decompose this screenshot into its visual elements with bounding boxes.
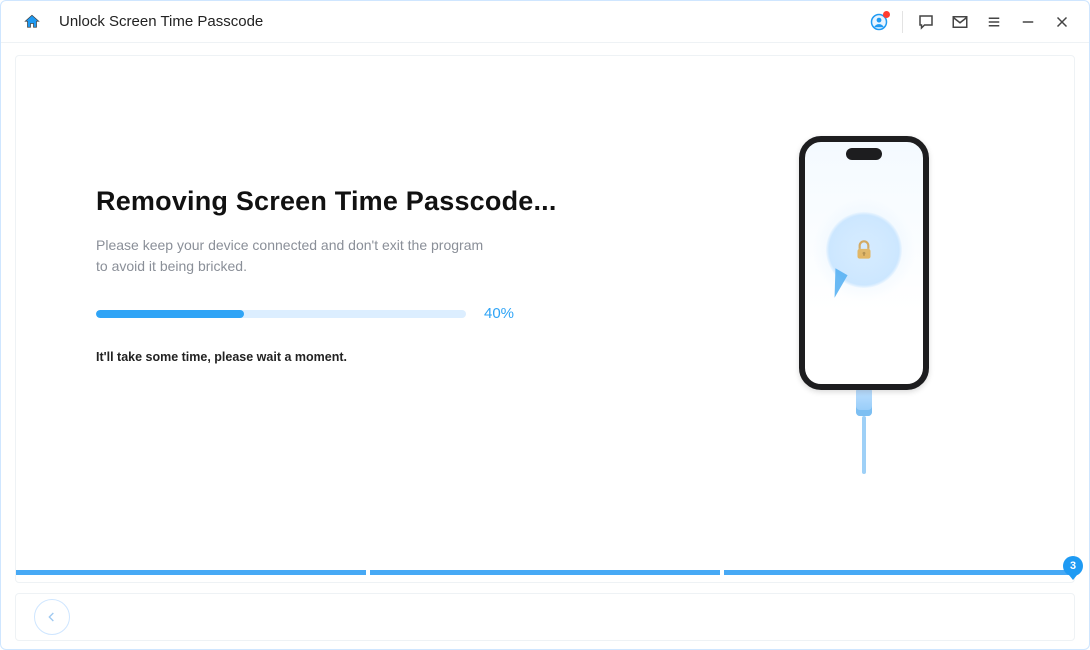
phone-illustration [779, 136, 949, 474]
phone-notch [846, 148, 882, 160]
mail-icon[interactable] [943, 5, 977, 39]
step-2 [370, 570, 720, 575]
step-badge: 3 [1063, 556, 1083, 576]
step-3: 3 [724, 570, 1074, 575]
minimize-button[interactable] [1011, 5, 1045, 39]
notification-dot-icon [883, 11, 890, 18]
page-title: Unlock Screen Time Passcode [59, 13, 263, 30]
account-icon[interactable] [862, 5, 896, 39]
title-bar: Unlock Screen Time Passcode [1, 1, 1089, 43]
menu-icon[interactable] [977, 5, 1011, 39]
padlock-icon [851, 237, 877, 263]
arrow-left-icon [44, 609, 60, 625]
progress-bar-fill [96, 310, 244, 318]
app-window: Unlock Screen Time Passcode Removing Scr… [0, 0, 1090, 650]
wait-note: It'll take some time, please wait a mome… [96, 350, 594, 364]
status-heading: Removing Screen Time Passcode... [96, 186, 594, 217]
toolbar-divider [902, 11, 903, 33]
progress-percent-label: 40% [484, 305, 514, 322]
status-column: Removing Screen Time Passcode... Please … [16, 56, 654, 554]
cable-plug-icon [856, 388, 872, 416]
phone-frame [799, 136, 929, 390]
speech-bubble-icon[interactable] [909, 5, 943, 39]
cable-icon [862, 416, 866, 474]
close-button[interactable] [1045, 5, 1079, 39]
content-panel: Removing Screen Time Passcode... Please … [15, 55, 1075, 583]
step-indicator: 3 [16, 558, 1074, 582]
back-button[interactable] [34, 599, 70, 635]
progress-bar [96, 310, 466, 318]
step-1 [16, 570, 366, 575]
home-icon[interactable] [19, 5, 45, 39]
illustration-column [654, 56, 1074, 554]
progress-row: 40% [96, 305, 594, 322]
footer-bar [15, 593, 1075, 641]
status-subtext: Please keep your device connected and do… [96, 235, 496, 277]
